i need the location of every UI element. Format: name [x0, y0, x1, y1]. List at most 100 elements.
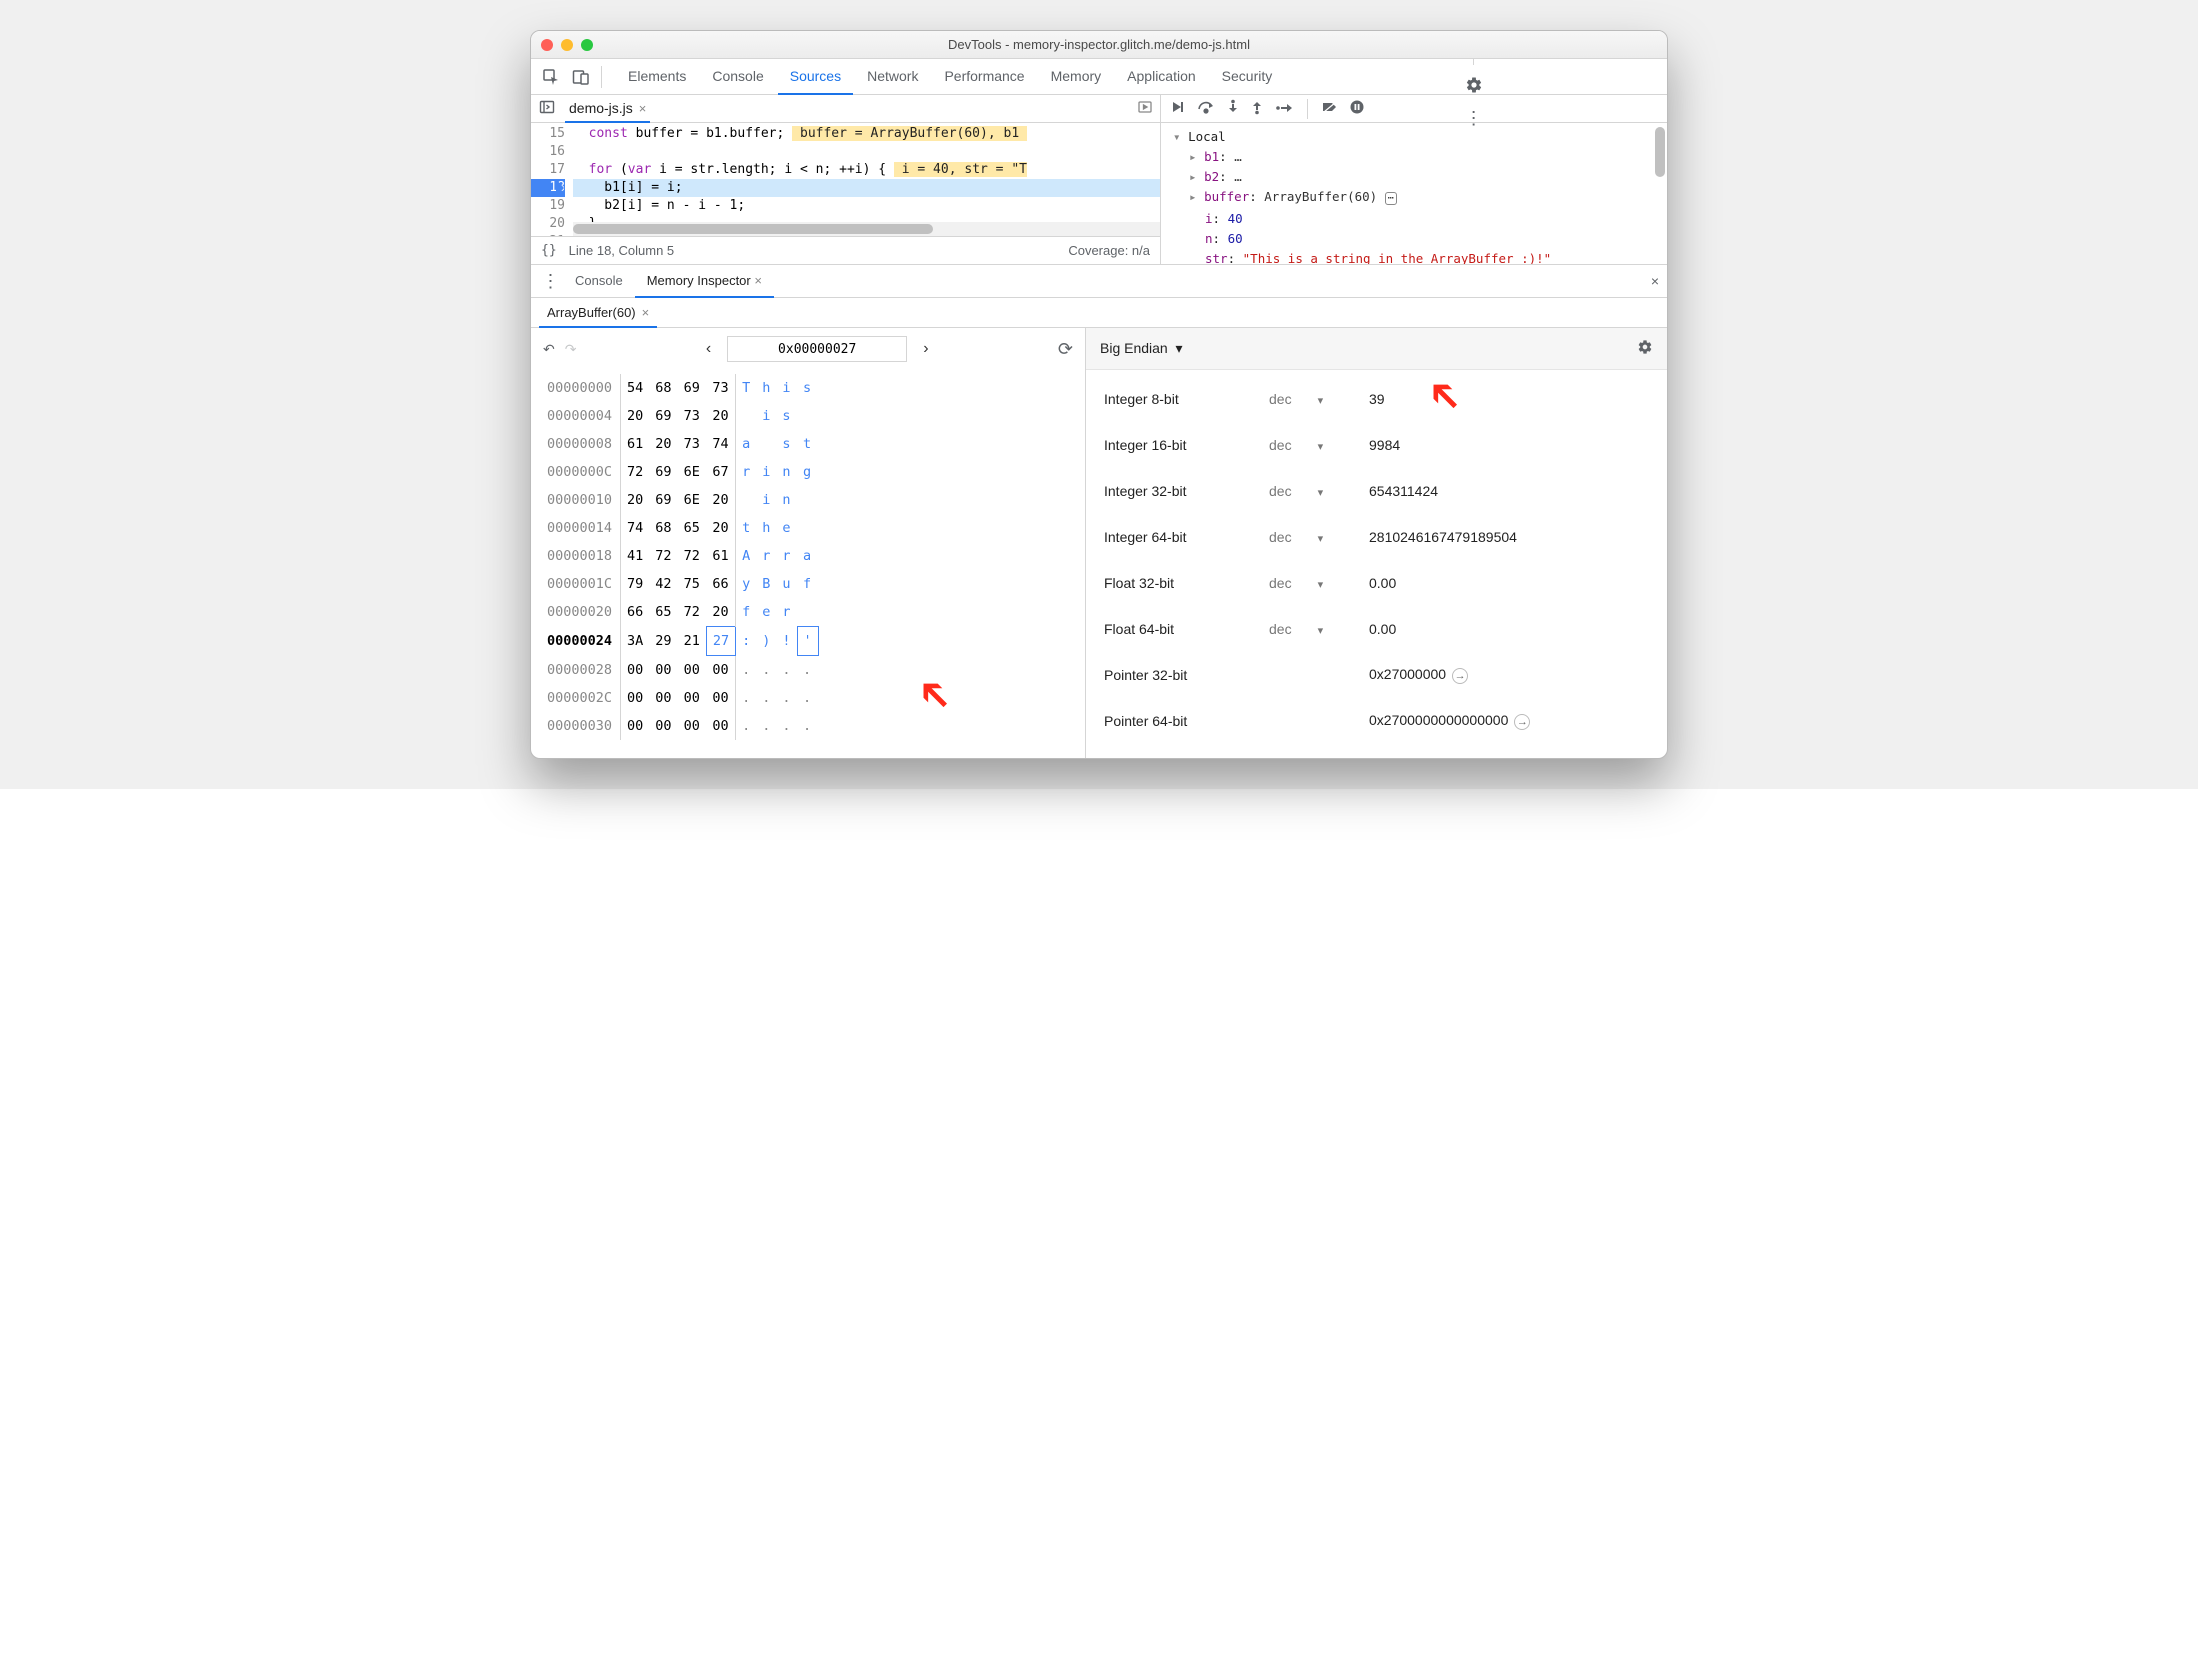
hex-ascii[interactable]: e: [756, 598, 776, 627]
hex-byte[interactable]: 65: [678, 514, 707, 542]
jump-to-address-icon[interactable]: →: [1452, 668, 1468, 684]
step-icon[interactable]: [1275, 101, 1293, 117]
value-format-select[interactable]: dec: [1269, 529, 1349, 545]
hex-ascii[interactable]: s: [797, 374, 818, 402]
drawer-close-icon[interactable]: ×: [1651, 273, 1659, 289]
hex-byte[interactable]: 20: [706, 598, 735, 627]
hex-ascii[interactable]: s: [776, 430, 797, 458]
hex-ascii[interactable]: .: [756, 656, 776, 685]
hex-ascii[interactable]: .: [797, 684, 818, 712]
hex-ascii[interactable]: y: [736, 570, 757, 598]
hex-ascii[interactable]: .: [776, 712, 797, 740]
hex-byte[interactable]: 00: [621, 712, 650, 740]
hex-ascii[interactable]: .: [776, 656, 797, 685]
hex-byte[interactable]: 00: [678, 712, 707, 740]
tab-sources[interactable]: Sources: [778, 59, 853, 95]
hex-offset[interactable]: 00000020: [541, 598, 621, 627]
hex-offset[interactable]: 00000000: [541, 374, 621, 402]
resume-icon[interactable]: [1169, 99, 1185, 118]
hex-viewer[interactable]: 0000000054686973This0000000420697320 is …: [531, 370, 1085, 758]
hex-ascii[interactable]: n: [776, 486, 797, 514]
close-icon[interactable]: ×: [642, 305, 650, 320]
hex-ascii[interactable]: .: [736, 656, 757, 685]
hex-byte[interactable]: 41: [621, 542, 650, 570]
step-over-icon[interactable]: [1197, 100, 1215, 117]
hex-byte[interactable]: 65: [649, 598, 677, 627]
hex-byte[interactable]: 42: [649, 570, 677, 598]
reveal-in-memory-icon[interactable]: ⋯: [1385, 192, 1397, 205]
hex-ascii[interactable]: a: [736, 430, 757, 458]
drawer-tab-memory-inspector[interactable]: Memory Inspector ×: [635, 265, 774, 298]
hex-ascii[interactable]: [736, 402, 757, 430]
hex-byte[interactable]: 6E: [678, 458, 707, 486]
hex-byte[interactable]: 73: [706, 374, 735, 402]
hex-byte[interactable]: 29: [649, 627, 677, 656]
hex-byte[interactable]: 68: [649, 374, 677, 402]
tab-console[interactable]: Console: [700, 59, 775, 94]
hex-ascii[interactable]: :: [736, 627, 757, 656]
hex-ascii[interactable]: t: [736, 514, 757, 542]
hex-ascii[interactable]: B: [756, 570, 776, 598]
hex-byte[interactable]: 69: [649, 402, 677, 430]
hex-byte[interactable]: 00: [621, 684, 650, 712]
hex-byte[interactable]: 00: [678, 684, 707, 712]
vertical-scrollbar[interactable]: [1655, 123, 1665, 264]
refresh-icon[interactable]: ⟳: [1058, 339, 1073, 360]
hex-offset[interactable]: 0000000C: [541, 458, 621, 486]
scope-var-b1[interactable]: b1: …: [1189, 147, 1659, 167]
hex-ascii[interactable]: r: [736, 458, 757, 486]
hex-ascii[interactable]: .: [756, 684, 776, 712]
hex-ascii[interactable]: [797, 486, 818, 514]
hex-offset[interactable]: 00000028: [541, 656, 621, 685]
hex-offset[interactable]: 0000002C: [541, 684, 621, 712]
scope-local-header[interactable]: Local: [1173, 127, 1659, 147]
hex-ascii[interactable]: [736, 486, 757, 514]
deactivate-breakpoints-icon[interactable]: [1322, 100, 1338, 117]
hex-byte[interactable]: 72: [649, 542, 677, 570]
hex-byte[interactable]: 74: [621, 514, 650, 542]
hex-ascii[interactable]: r: [776, 598, 797, 627]
memory-tab-arraybuffer[interactable]: ArrayBuffer(60) ×: [539, 299, 657, 328]
hex-ascii[interactable]: e: [776, 514, 797, 542]
hex-ascii[interactable]: .: [736, 712, 757, 740]
tab-application[interactable]: Application: [1115, 59, 1208, 94]
redo-icon[interactable]: ↷: [565, 341, 577, 358]
value-format-select[interactable]: dec: [1269, 391, 1349, 407]
hex-byte[interactable]: 20: [649, 430, 677, 458]
hex-byte[interactable]: 20: [621, 402, 650, 430]
hex-offset[interactable]: 00000018: [541, 542, 621, 570]
endianness-select[interactable]: Big Endian ▾: [1100, 340, 1183, 357]
close-icon[interactable]: ×: [639, 101, 647, 116]
hex-byte[interactable]: 00: [649, 656, 677, 685]
hex-byte[interactable]: 72: [678, 598, 707, 627]
hex-offset[interactable]: 00000008: [541, 430, 621, 458]
hex-ascii[interactable]: t: [797, 430, 818, 458]
address-prev-icon[interactable]: ‹: [700, 340, 717, 358]
hex-ascii[interactable]: r: [756, 542, 776, 570]
hex-byte[interactable]: 69: [649, 458, 677, 486]
scope-var-i[interactable]: i: 40: [1189, 209, 1659, 229]
scope-var-buffer[interactable]: buffer: ArrayBuffer(60) ⋯: [1189, 187, 1659, 209]
hex-byte[interactable]: 20: [621, 486, 650, 514]
hex-ascii[interactable]: A: [736, 542, 757, 570]
hex-ascii[interactable]: .: [776, 684, 797, 712]
hex-ascii[interactable]: r: [776, 542, 797, 570]
hex-ascii[interactable]: u: [776, 570, 797, 598]
hex-offset[interactable]: 00000004: [541, 402, 621, 430]
hex-offset[interactable]: 00000014: [541, 514, 621, 542]
value-settings-gear-icon[interactable]: [1637, 339, 1653, 358]
value-format-select[interactable]: dec: [1269, 621, 1349, 637]
hex-byte[interactable]: 00: [621, 656, 650, 685]
hex-byte[interactable]: 75: [678, 570, 707, 598]
hex-byte[interactable]: 66: [621, 598, 650, 627]
hex-ascii[interactable]: [756, 430, 776, 458]
tab-elements[interactable]: Elements: [616, 59, 698, 94]
value-format-select[interactable]: dec: [1269, 575, 1349, 591]
hex-ascii[interactable]: .: [756, 712, 776, 740]
inspect-element-icon[interactable]: [537, 63, 565, 91]
hex-byte[interactable]: 20: [706, 486, 735, 514]
tab-memory[interactable]: Memory: [1039, 59, 1114, 94]
hex-ascii[interactable]: [797, 598, 818, 627]
hex-byte[interactable]: 00: [706, 684, 735, 712]
address-next-icon[interactable]: ›: [917, 340, 934, 358]
